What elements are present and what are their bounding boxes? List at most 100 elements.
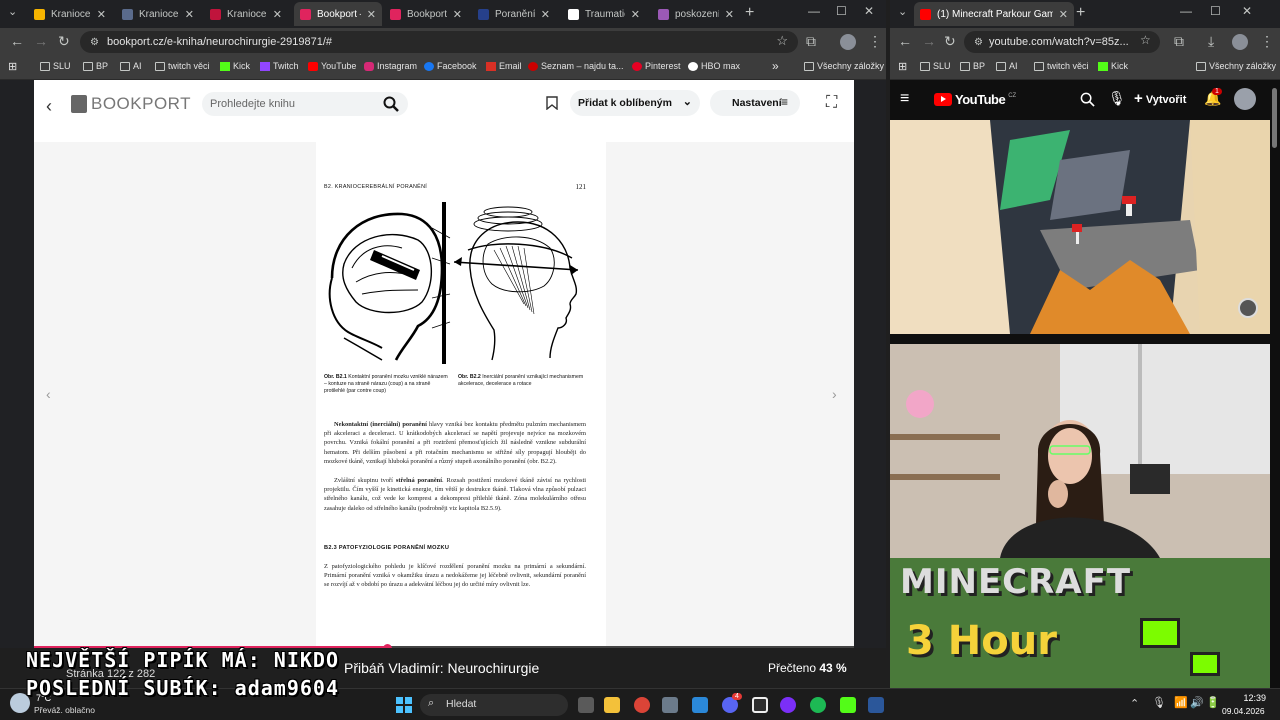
back-icon[interactable]: ← [10, 33, 24, 49]
prev-page-arrow-icon[interactable]: ‹ [46, 386, 51, 402]
close-icon[interactable]: ✕ [725, 8, 734, 21]
maximize-button[interactable]: ☐ [836, 4, 847, 18]
window-close-button[interactable]: ✕ [1242, 4, 1252, 18]
bookmark-kick[interactable]: Kick [220, 61, 250, 71]
bookmark-hbo[interactable]: HBO max [688, 61, 740, 71]
tab-search-icon[interactable]: ⌄ [8, 5, 17, 18]
close-icon[interactable]: ✕ [453, 8, 462, 21]
tab-2[interactable]: Kraniocereb ✕ [116, 2, 200, 26]
microphone-icon[interactable]: 🎙 [1152, 696, 1166, 709]
address-bar[interactable]: ⚙ youtube.com/watch?v=85z... [964, 31, 1160, 53]
tab-4-active[interactable]: Bookport – ✕ [294, 2, 382, 26]
bookmark-pinterest[interactable]: Pinterest [632, 61, 681, 71]
next-page-arrow-icon[interactable]: › [832, 386, 837, 402]
fullscreen-icon[interactable]: ⛶ [826, 94, 837, 112]
close-icon[interactable]: ✕ [541, 8, 550, 21]
forward-icon[interactable]: → [922, 33, 936, 49]
clock-time[interactable]: 12:39 [1226, 693, 1266, 703]
bookmark-slu[interactable]: SLU [920, 61, 951, 71]
profile-avatar[interactable] [1232, 34, 1248, 50]
maximize-button[interactable]: ☐ [1210, 4, 1221, 18]
add-favorite-button[interactable]: Přidat k oblíbeným ⌄ [570, 90, 700, 116]
tab-8[interactable]: poskození ✕ [652, 2, 740, 26]
word-icon[interactable] [868, 697, 884, 713]
bookmark-ai[interactable]: AI [120, 61, 142, 71]
site-info-icon[interactable]: ⚙ [90, 37, 99, 48]
video-thumbnail[interactable]: MINECRAFT 3 Hour [890, 558, 1270, 688]
tab-youtube-active[interactable]: (1) Minecraft Parkour Gameplay ✕ [914, 2, 1074, 26]
forward-icon[interactable]: → [34, 33, 48, 49]
bookmark-slu[interactable]: SLU [40, 61, 71, 71]
bookmark-twitch[interactable]: Twitch [260, 61, 299, 71]
settings-gear-icon[interactable] [662, 697, 678, 713]
menu-icon[interactable]: ⋮ [868, 33, 882, 50]
all-bookmarks[interactable]: Všechny záložky [804, 61, 884, 71]
back-icon[interactable]: ← [898, 33, 912, 49]
photos-icon[interactable] [692, 697, 708, 713]
spotify-icon[interactable] [810, 697, 826, 713]
kick-icon[interactable] [840, 697, 856, 713]
tab-7[interactable]: Traumatick ✕ [562, 2, 646, 26]
tab-3[interactable]: Kraniocereb ✕ [204, 2, 288, 26]
bookmark-icon[interactable] [546, 96, 558, 110]
file-explorer-icon[interactable] [604, 697, 620, 713]
windows-start-icon[interactable] [396, 697, 412, 713]
new-tab-button[interactable]: + [745, 4, 754, 22]
close-icon[interactable]: ✕ [367, 8, 376, 21]
menu-icon[interactable]: ⋮ [1260, 33, 1274, 50]
site-info-icon[interactable]: ⚙ [974, 37, 983, 48]
tab-1[interactable]: Kraniocereb ✕ [28, 2, 112, 26]
address-bar[interactable]: ⚙ bookport.cz/e-kniha/neurochirurgie-291… [80, 31, 798, 53]
bookport-logo[interactable]: BOOKPORT [71, 94, 191, 114]
bookmark-bp[interactable]: BP [960, 61, 985, 71]
new-tab-button[interactable]: + [1076, 4, 1085, 22]
page-scrollbar[interactable] [1272, 88, 1277, 148]
clock-date[interactable]: 09.04.2026 [1222, 706, 1265, 716]
battery-icon[interactable]: 🔋 [1206, 696, 1220, 709]
bookmark-seznam[interactable]: Seznam – najdu ta... [528, 61, 624, 71]
download-icon[interactable]: ⤓ [1208, 33, 1214, 50]
search-icon[interactable] [1080, 92, 1095, 107]
close-icon[interactable]: ✕ [97, 8, 106, 21]
bookmark-ai[interactable]: AI [996, 61, 1018, 71]
minimize-button[interactable]: — [808, 4, 820, 18]
bookmark-kick[interactable]: Kick [1098, 61, 1128, 71]
youtube-logo[interactable]: YouTube CZ [934, 92, 1016, 107]
bookmark-facebook[interactable]: Facebook [424, 61, 477, 71]
profile-avatar[interactable] [840, 34, 856, 50]
all-bookmarks[interactable]: Všechny záložky [1196, 61, 1276, 71]
bookmark-twitch-veci[interactable]: twitch věci [155, 61, 210, 71]
obs-icon[interactable] [752, 697, 768, 713]
search-icon[interactable] [383, 96, 399, 112]
book-search-input[interactable]: Prohledejte knihu [202, 92, 408, 116]
close-icon[interactable]: ✕ [185, 8, 194, 21]
taskbar-search[interactable]: ⌕ Hledat [420, 694, 568, 716]
apps-icon[interactable]: ⊞ [8, 60, 17, 73]
bookmark-email[interactable]: Email [486, 61, 522, 71]
hamburger-icon[interactable]: ≡ [900, 90, 909, 108]
bookmark-star-icon[interactable]: ☆ [1140, 33, 1151, 47]
minimize-button[interactable]: — [1180, 4, 1192, 18]
bookmark-youtube[interactable]: YouTube [308, 61, 356, 71]
tab-search-icon[interactable]: ⌄ [898, 5, 907, 18]
chrome-icon[interactable] [634, 697, 650, 713]
settings-button[interactable]: Nastavení ≡ [710, 90, 800, 116]
bookmarks-overflow-button[interactable]: » [772, 59, 779, 73]
bookmark-twitch-veci[interactable]: twitch věci [1034, 61, 1089, 71]
microphone-icon[interactable]: 🎙 [1108, 90, 1126, 107]
close-icon[interactable]: ✕ [631, 8, 640, 21]
wifi-icon[interactable]: 📶 [1174, 696, 1188, 709]
volume-icon[interactable]: 🔊 [1190, 696, 1204, 709]
close-icon[interactable]: ✕ [1059, 8, 1068, 21]
show-hidden-icons-chevron-icon[interactable]: ⌃ [1130, 697, 1139, 710]
bookmark-instagram[interactable]: Instagram [364, 61, 417, 71]
account-avatar[interactable] [1234, 88, 1256, 110]
chevron-down-icon[interactable]: ⌄ [683, 95, 692, 108]
bookmark-bp[interactable]: BP [83, 61, 108, 71]
tab-6[interactable]: Poranění hl ✕ [472, 2, 556, 26]
extensions-icon[interactable]: ⧉ [1174, 33, 1184, 50]
apps-icon[interactable]: ⊞ [898, 60, 907, 73]
reload-icon[interactable]: ↻ [944, 33, 956, 50]
reload-icon[interactable]: ↻ [58, 33, 70, 50]
video-player[interactable] [890, 120, 1270, 334]
